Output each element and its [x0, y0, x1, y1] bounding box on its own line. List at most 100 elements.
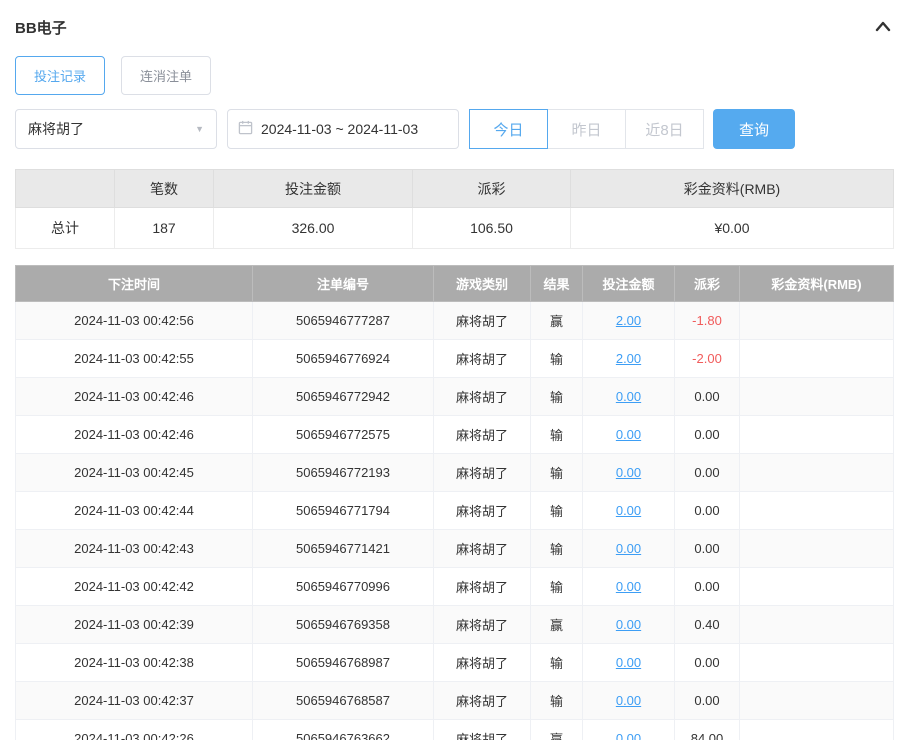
search-button[interactable]: 查询	[713, 109, 795, 149]
payout-cell: 0.00	[675, 568, 740, 606]
result-cell: 输	[531, 644, 583, 682]
game-type-cell: 麻将胡了	[434, 682, 531, 720]
bet-amount-link[interactable]: 0.00	[616, 731, 641, 740]
result-cell: 输	[531, 416, 583, 454]
table-row: 2024-11-03 00:42:37 5065946768587 麻将胡了 输…	[16, 682, 894, 720]
bet-amount-link[interactable]: 0.00	[616, 617, 641, 632]
result-cell: 赢	[531, 720, 583, 740]
summary-row: 总计 187 326.00 106.50 ¥0.00	[16, 208, 894, 249]
table-row: 2024-11-03 00:42:45 5065946772193 麻将胡了 输…	[16, 454, 894, 492]
summary-header-bet-amount: 投注金额	[214, 170, 413, 208]
jackpot-cell	[740, 720, 894, 740]
col-result: 结果	[531, 266, 583, 302]
game-type-cell: 麻将胡了	[434, 340, 531, 378]
tab-cancelled-orders[interactable]: 连消注单	[121, 56, 211, 95]
result-cell: 赢	[531, 606, 583, 644]
table-row: 2024-11-03 00:42:26 5065946763662 麻将胡了 赢…	[16, 720, 894, 740]
game-type-cell: 麻将胡了	[434, 568, 531, 606]
order-number-cell: 5065946771794	[253, 492, 434, 530]
bet-amount-link[interactable]: 0.00	[616, 541, 641, 556]
page-title: BB电子	[15, 17, 67, 38]
collapse-button[interactable]	[872, 17, 894, 38]
payout-cell: 0.00	[675, 644, 740, 682]
summary-header-blank	[16, 170, 115, 208]
jackpot-cell	[740, 416, 894, 454]
result-cell: 输	[531, 378, 583, 416]
order-number-cell: 5065946772942	[253, 378, 434, 416]
summary-jackpot: ¥0.00	[571, 208, 894, 249]
bet-amount-link[interactable]: 2.00	[616, 351, 641, 366]
bet-amount-cell: 0.00	[583, 530, 675, 568]
bet-time-cell: 2024-11-03 00:42:26	[16, 720, 253, 740]
bet-time-cell: 2024-11-03 00:42:43	[16, 530, 253, 568]
game-type-cell: 麻将胡了	[434, 378, 531, 416]
tab-bar: 投注记录 连消注单	[15, 56, 894, 95]
payout-cell: 0.00	[675, 416, 740, 454]
tab-betting-records[interactable]: 投注记录	[15, 56, 105, 95]
order-number-cell: 5065946769358	[253, 606, 434, 644]
order-number-cell: 5065946776924	[253, 340, 434, 378]
bet-amount-cell: 2.00	[583, 340, 675, 378]
bet-amount-link[interactable]: 0.00	[616, 655, 641, 670]
result-cell: 输	[531, 340, 583, 378]
bet-time-cell: 2024-11-03 00:42:45	[16, 454, 253, 492]
bet-amount-link[interactable]: 2.00	[616, 313, 641, 328]
table-row: 2024-11-03 00:42:42 5065946770996 麻将胡了 输…	[16, 568, 894, 606]
summary-table: 笔数 投注金额 派彩 彩金资料(RMB) 总计 187 326.00 106.5…	[15, 169, 894, 249]
payout-cell: -2.00	[675, 340, 740, 378]
jackpot-cell	[740, 530, 894, 568]
bet-amount-link[interactable]: 0.00	[616, 693, 641, 708]
jackpot-cell	[740, 682, 894, 720]
order-number-cell: 5065946770996	[253, 568, 434, 606]
col-jackpot: 彩金资料(RMB)	[740, 266, 894, 302]
table-row: 2024-11-03 00:42:44 5065946771794 麻将胡了 输…	[16, 492, 894, 530]
chevron-up-icon	[874, 21, 892, 36]
bet-time-cell: 2024-11-03 00:42:46	[16, 378, 253, 416]
table-row: 2024-11-03 00:42:43 5065946771421 麻将胡了 输…	[16, 530, 894, 568]
bet-amount-link[interactable]: 0.00	[616, 389, 641, 404]
bet-amount-link[interactable]: 0.00	[616, 427, 641, 442]
game-type-cell: 麻将胡了	[434, 492, 531, 530]
order-number-cell: 5065946772193	[253, 454, 434, 492]
table-row: 2024-11-03 00:42:56 5065946777287 麻将胡了 赢…	[16, 302, 894, 340]
betting-records-panel: BB电子 投注记录 连消注单 麻将胡了 ▼ 2024-11-03 ~ 2024-…	[0, 0, 909, 740]
jackpot-cell	[740, 492, 894, 530]
jackpot-cell	[740, 454, 894, 492]
bet-amount-cell: 0.00	[583, 568, 675, 606]
date-range-picker[interactable]: 2024-11-03 ~ 2024-11-03	[227, 109, 459, 149]
game-type-cell: 麻将胡了	[434, 644, 531, 682]
summary-count: 187	[115, 208, 214, 249]
game-type-cell: 麻将胡了	[434, 530, 531, 568]
order-number-cell: 5065946777287	[253, 302, 434, 340]
jackpot-cell	[740, 606, 894, 644]
bet-records-table: 下注时间 注单编号 游戏类别 结果 投注金额 派彩 彩金资料(RMB) 2024…	[15, 265, 894, 740]
yesterday-button[interactable]: 昨日	[547, 109, 626, 149]
bet-amount-cell: 2.00	[583, 302, 675, 340]
table-row: 2024-11-03 00:42:46 5065946772575 麻将胡了 输…	[16, 416, 894, 454]
bet-amount-link[interactable]: 0.00	[616, 579, 641, 594]
col-order-number: 注单编号	[253, 266, 434, 302]
order-number-cell: 5065946768987	[253, 644, 434, 682]
bet-amount-link[interactable]: 0.00	[616, 465, 641, 480]
payout-cell: 0.00	[675, 682, 740, 720]
table-row: 2024-11-03 00:42:55 5065946776924 麻将胡了 输…	[16, 340, 894, 378]
last-8-days-button[interactable]: 近8日	[625, 109, 704, 149]
bet-amount-link[interactable]: 0.00	[616, 503, 641, 518]
payout-cell: 0.40	[675, 606, 740, 644]
chevron-down-icon: ▼	[195, 124, 204, 134]
date-range-value: 2024-11-03 ~ 2024-11-03	[261, 121, 418, 137]
order-number-cell: 5065946771421	[253, 530, 434, 568]
today-button[interactable]: 今日	[469, 109, 548, 149]
quick-date-buttons: 今日 昨日 近8日	[469, 109, 704, 149]
game-type-cell: 麻将胡了	[434, 606, 531, 644]
result-cell: 输	[531, 530, 583, 568]
bet-time-cell: 2024-11-03 00:42:46	[16, 416, 253, 454]
bet-time-cell: 2024-11-03 00:42:56	[16, 302, 253, 340]
jackpot-cell	[740, 340, 894, 378]
game-select[interactable]: 麻将胡了 ▼	[15, 109, 217, 149]
filter-bar: 麻将胡了 ▼ 2024-11-03 ~ 2024-11-03 今日 昨日 近8日…	[15, 109, 894, 149]
bet-time-cell: 2024-11-03 00:42:44	[16, 492, 253, 530]
order-number-cell: 5065946763662	[253, 720, 434, 740]
result-cell: 输	[531, 568, 583, 606]
bet-time-cell: 2024-11-03 00:42:42	[16, 568, 253, 606]
